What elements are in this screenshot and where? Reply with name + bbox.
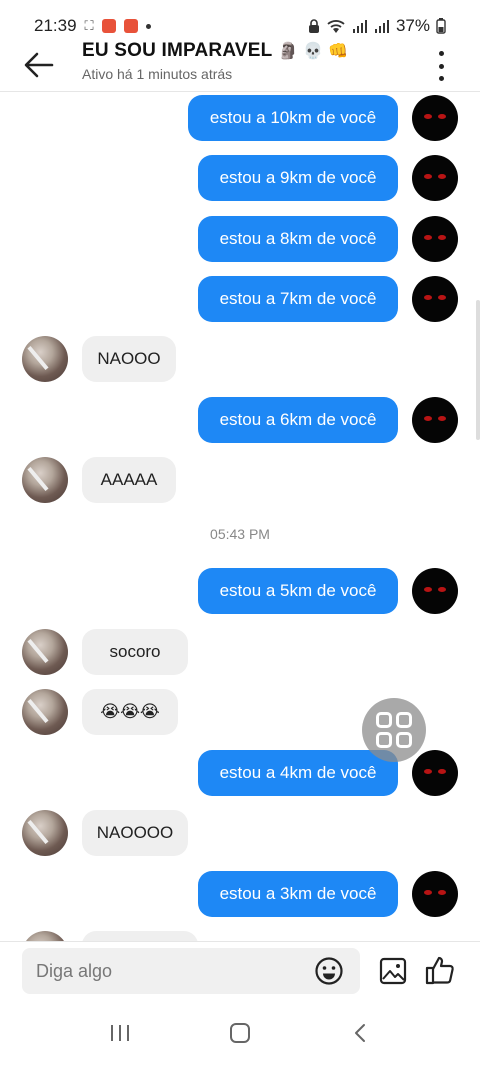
more-notifications-icon	[145, 23, 151, 29]
avatar[interactable]	[412, 155, 458, 201]
status-time: 21:39	[34, 16, 77, 35]
message-bubble[interactable]: AAAAA	[82, 457, 176, 503]
avatar[interactable]	[22, 336, 68, 382]
signal-icon	[352, 20, 367, 33]
status-left: 21:39 ⛶	[34, 16, 151, 36]
grid-square-icon	[396, 732, 412, 748]
chat-title-row: EU SOU IMPARAVEL 🗿 💀 👊	[82, 40, 348, 62]
avatar[interactable]	[22, 810, 68, 856]
grid-square-icon	[376, 732, 392, 748]
lock-icon	[308, 19, 319, 33]
message-timestamp: 05:43 PM	[210, 526, 270, 542]
avatar[interactable]	[412, 568, 458, 614]
message-input[interactable]	[22, 948, 360, 994]
emoji-button[interactable]	[314, 956, 344, 986]
chevron-left-icon	[355, 1024, 365, 1042]
outgoing-message[interactable]: estou a 7km de você	[0, 276, 480, 322]
message-bubble[interactable]: estou a 6km de você	[198, 397, 398, 443]
home-icon	[230, 1023, 250, 1043]
avatar[interactable]	[22, 689, 68, 735]
thumbs-up-icon	[425, 956, 454, 985]
avatar[interactable]	[412, 216, 458, 262]
message-bubble[interactable]: estou a 4km de você	[198, 750, 398, 796]
back-button[interactable]	[22, 48, 56, 82]
avatar[interactable]	[22, 457, 68, 503]
outgoing-message[interactable]: estou a 5km de você	[0, 568, 480, 614]
app-notification-icon-2	[123, 19, 138, 33]
message-bubble[interactable]: estou a 7km de você	[198, 276, 398, 322]
avatar[interactable]	[412, 871, 458, 917]
app-notification-icon	[101, 19, 116, 33]
message-bubble[interactable]: estou a 8km de você	[198, 216, 398, 262]
more-dot-icon	[438, 76, 444, 81]
avatar[interactable]	[412, 276, 458, 322]
avatar[interactable]	[412, 397, 458, 443]
grid-square-icon	[376, 712, 392, 728]
chat-title-area[interactable]: EU SOU IMPARAVEL 🗿 💀 👊 Ativo há 1 minuto…	[82, 40, 348, 82]
incoming-message-partial[interactable]	[0, 931, 480, 941]
avatar[interactable]	[412, 750, 458, 796]
title-emojis: 🗿 💀 👊	[278, 43, 349, 60]
chat-title: EU SOU IMPARAVEL	[82, 40, 273, 61]
composer	[0, 941, 480, 1001]
message-bubble[interactable]: NAOOO	[82, 336, 176, 382]
recents-icon	[111, 1025, 129, 1041]
outgoing-message[interactable]: estou a 9km de você	[0, 155, 480, 201]
incoming-message[interactable]: socoro	[0, 629, 480, 675]
more-options-button[interactable]	[432, 48, 450, 84]
wifi-icon	[327, 20, 345, 33]
active-status: Ativo há 1 minutos atrás	[82, 66, 233, 82]
avatar[interactable]	[22, 931, 68, 941]
image-icon	[379, 957, 407, 985]
home-button[interactable]	[220, 1013, 260, 1053]
incoming-message[interactable]: NAOOOO	[0, 810, 480, 856]
floating-apps-button[interactable]	[362, 698, 426, 762]
outgoing-message[interactable]: estou a 3km de você	[0, 871, 480, 917]
message-bubble[interactable]: NAOOOO	[82, 810, 188, 856]
outgoing-message[interactable]: estou a 8km de você	[0, 216, 480, 262]
gallery-button[interactable]	[378, 956, 408, 986]
battery-percent: 37%	[395, 16, 430, 35]
incoming-message[interactable]: NAOOO	[0, 336, 480, 382]
outgoing-message[interactable]: estou a 10km de você	[0, 95, 480, 141]
battery-icon	[436, 18, 446, 34]
avatar[interactable]	[22, 629, 68, 675]
message-bubble[interactable]: socoro	[82, 629, 188, 675]
message-bubble[interactable]: estou a 9km de você	[198, 155, 398, 201]
outgoing-message[interactable]: estou a 6km de você	[0, 397, 480, 443]
grid-square-icon	[396, 712, 412, 728]
avatar[interactable]	[412, 95, 458, 141]
system-nav-bar	[0, 1000, 480, 1066]
message-bubble[interactable]: 😭😭😭	[82, 689, 178, 735]
message-list[interactable]: estou a 10km de você estou a 9km de você e…	[0, 93, 480, 941]
more-dot-icon	[438, 63, 444, 69]
message-bubble[interactable]: estou a 5km de você	[198, 568, 398, 614]
message-bubble[interactable]	[82, 931, 198, 941]
incoming-message[interactable]: AAAAA	[0, 457, 480, 503]
arrow-left-icon	[24, 52, 54, 78]
message-bubble[interactable]: estou a 3km de você	[198, 871, 398, 917]
status-right: 37%	[308, 16, 446, 36]
recents-button[interactable]	[100, 1013, 140, 1053]
smiley-icon	[315, 957, 343, 985]
signal-icon-2	[374, 20, 389, 33]
nav-back-button[interactable]	[340, 1013, 380, 1053]
screenshot-icon: ⛶	[84, 18, 94, 33]
more-dot-icon	[438, 51, 444, 56]
chat-header: EU SOU IMPARAVEL 🗿 💀 👊 Ativo há 1 minuto…	[0, 36, 480, 92]
edge-panel-handle[interactable]	[476, 300, 480, 440]
message-bubble[interactable]: estou a 10km de você	[188, 95, 398, 141]
like-button[interactable]	[424, 954, 456, 986]
